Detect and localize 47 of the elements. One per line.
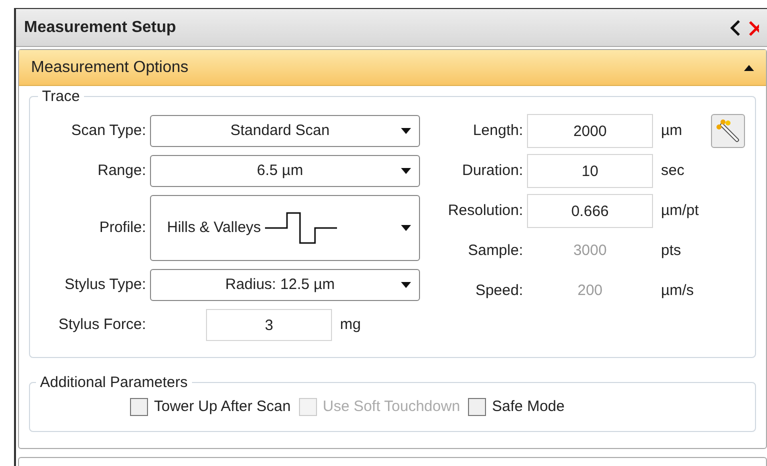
dropdown-value: Hills & Valleys [167,218,261,238]
dropdown[interactable]: Standard Scan [150,115,420,147]
field-label: Resolution: [446,200,524,221]
field-label: Range: [96,160,147,181]
field-label: Stylus Type: [64,274,147,295]
close-icon[interactable] [749,20,759,36]
number-field[interactable]: 0.666 [527,194,653,228]
dropdown-caret-icon [401,225,411,231]
wand-button[interactable] [711,114,745,148]
unit-label: µm/s [661,280,695,301]
field-label: Sample: [466,240,524,261]
square-wave-icon [264,211,340,245]
checkbox-label: Safe Mode [492,396,565,417]
readout-value: 200 [576,280,604,301]
collapse-caret-icon [744,64,754,70]
checkbox-label: Tower Up After Scan [154,396,291,417]
dropdown-value: 6.5 µm [256,160,304,181]
dropdown-value: Standard Scan [229,120,331,141]
readout-value: 3000 [572,240,608,261]
dropdown[interactable]: Hills & Valleys [150,195,420,261]
dropdown[interactable]: 6.5 µm [150,155,420,187]
number-field[interactable]: 2000 [527,114,653,148]
section-header[interactable]: Measurement Options [19,50,766,86]
field-label: Speed: [474,280,524,301]
unit-label: mg [340,314,361,335]
dropdown-caret-icon [401,168,411,174]
dropdown-caret-icon [401,128,411,134]
stylus-force-field[interactable]: 3 [206,309,332,341]
magic-wand-icon [715,118,741,144]
checkbox[interactable] [468,398,486,416]
back-chevron-icon[interactable] [729,20,741,36]
window-title: Measurement Setup [24,18,178,38]
unit-label: pts [661,240,682,261]
checkbox-label: Use Soft Touchdown [322,396,460,417]
field-label: Profile: [98,218,147,238]
field-label: Duration: [461,160,524,181]
dropdown-value: Radius: 12.5 µm [224,274,336,295]
unit-label: µm [661,120,684,141]
unit-label: sec [661,160,686,181]
unit-label: µm/pt [661,200,700,221]
field-label: Scan Type: [70,120,147,141]
dropdown-caret-icon [401,282,411,288]
field-label: Length: [472,120,524,141]
field-label: Stylus Force: [57,314,147,335]
dropdown[interactable]: Radius: 12.5 µm [150,269,420,301]
number-field[interactable]: 10 [527,154,653,188]
checkbox[interactable] [130,398,148,416]
